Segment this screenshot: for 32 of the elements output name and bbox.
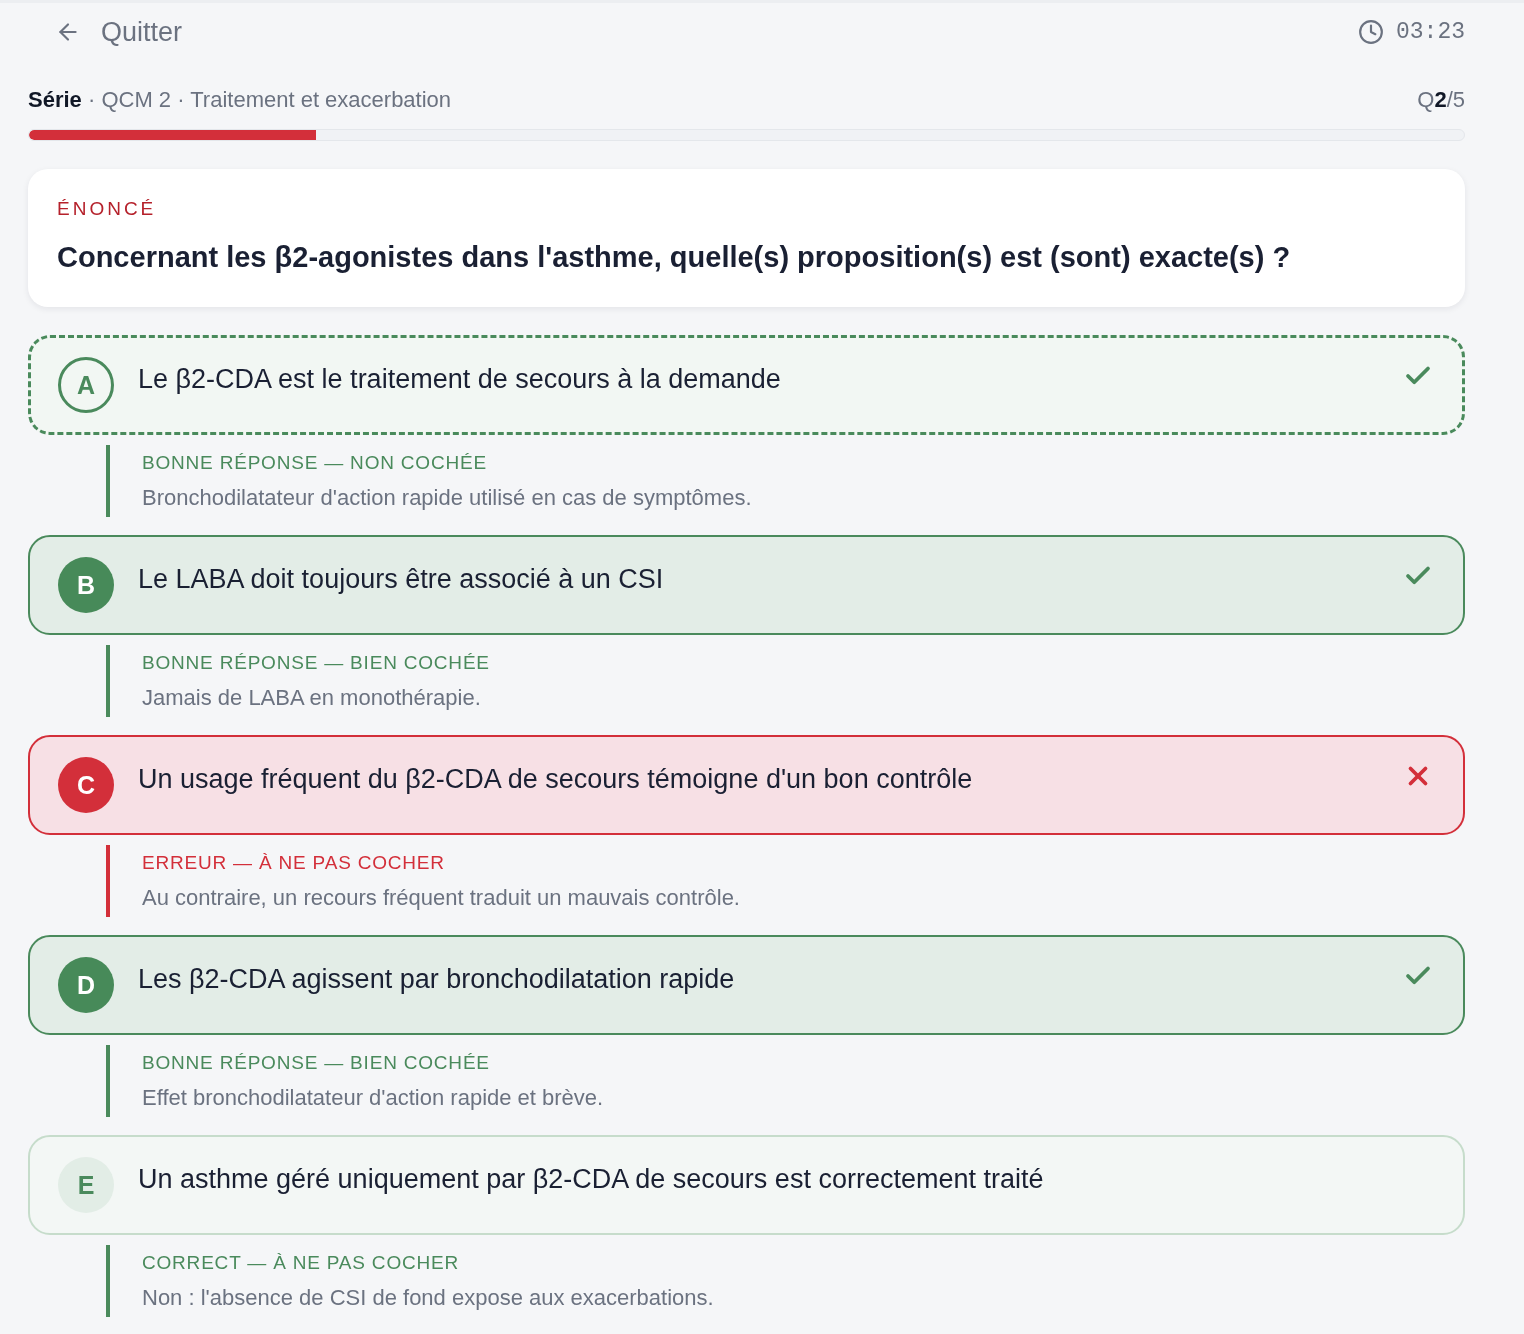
option-letter: B xyxy=(58,557,114,613)
answer-option[interactable]: A Le β2-CDA est le traitement de secours à la demande xyxy=(28,335,1465,435)
explanation-text: Au contraire, un recours fréquent traduit un mauvais contrôle. xyxy=(142,884,741,912)
verdict-label: BONNE RÉPONSE — BIEN COCHÉE xyxy=(142,1051,491,1075)
explanation-text: Effet bronchodilatateur d'action rapide et brève. xyxy=(142,1084,605,1112)
verdict-label: ERREUR — À NE PAS COCHER xyxy=(142,851,446,875)
answer-option[interactable]: B Le LABA doit toujours être associé à un CSI xyxy=(28,535,1465,635)
option-text: Un usage fréquent du β2-CDA de secours témoigne d'un bon contrôle xyxy=(138,763,974,796)
option-text: Le β2-CDA est le traitement de secours à la demande xyxy=(138,363,782,396)
option-letter: A xyxy=(58,357,114,413)
answer-option[interactable]: D Les β2-CDA agissent par bronchodilatation rapide xyxy=(28,935,1465,1035)
clock-icon xyxy=(1358,19,1384,45)
explanation-text: Bronchodilatateur d'action rapide utilisé en cas de symptômes. xyxy=(142,484,753,512)
breadcrumb: Série · QCM 2 · Traitement et exacerbation xyxy=(28,87,452,113)
option-text: Les β2-CDA agissent par bronchodilatation rapide xyxy=(138,963,736,996)
verdict-label: BONNE RÉPONSE — NON COCHÉE xyxy=(142,451,488,475)
option-text: Le LABA doit toujours être associé à un CSI xyxy=(138,563,665,596)
answer-option[interactable]: E Un asthme géré uniquement par β2-CDA de secours est correctement traité xyxy=(28,1135,1465,1235)
question-counter: Q2/5 xyxy=(1417,87,1465,113)
answer-option[interactable]: C Un usage fréquent du β2-CDA de secours témoigne d'un bon contrôle xyxy=(28,735,1465,835)
option-letter: C xyxy=(58,757,114,813)
verdict-label: BONNE RÉPONSE — BIEN COCHÉE xyxy=(142,651,491,675)
option-letter: D xyxy=(58,957,114,1013)
explanation-text: Jamais de LABA en monothérapie. xyxy=(142,684,482,712)
timer: 03:23 xyxy=(1396,19,1465,45)
statement-label: ÉNONCÉ xyxy=(57,197,158,221)
verdict-label: CORRECT — À NE PAS COCHER xyxy=(142,1251,460,1275)
question-text: Concernant les β2-agonistes dans l'asthme, quelle(s) proposition(s) est (sont) exacte(s) ? xyxy=(57,240,1292,275)
option-letter: E xyxy=(58,1157,114,1213)
quit-button[interactable]: Quitter xyxy=(55,16,183,48)
explanation-text: Non : l'absence de CSI de fond expose aux exacerbations. xyxy=(142,1284,715,1312)
option-text: Un asthme géré uniquement par β2-CDA de secours est correctement traité xyxy=(138,1163,1045,1196)
